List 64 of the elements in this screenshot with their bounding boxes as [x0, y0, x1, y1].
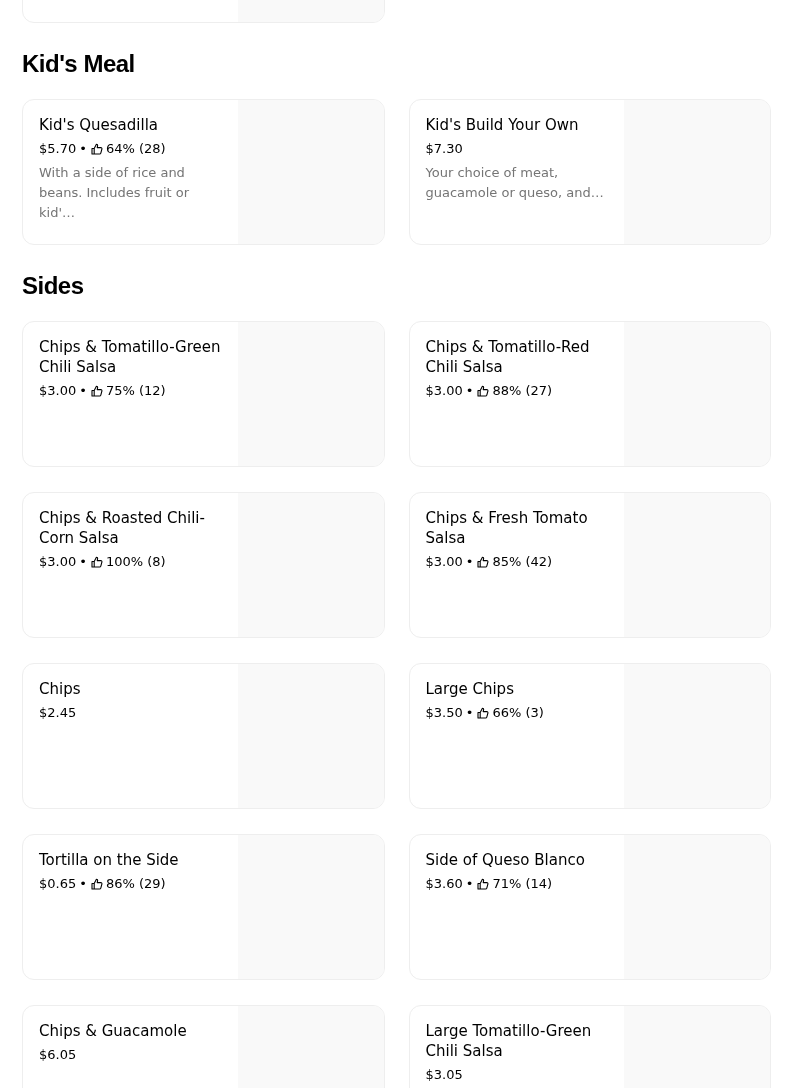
menu-card[interactable]: Side of Queso Blanco $3.60 • 71% (14) — [408, 834, 771, 980]
item-name: Chips & Guacamole — [39, 1021, 188, 1041]
item-rating: 88% (27) — [492, 382, 553, 400]
menu-card[interactable]: Chips & Fresh Tomato Salsa $3.00 • 85% (42) — [408, 492, 771, 638]
item-price: $5.70 — [39, 140, 77, 158]
menu-card[interactable]: Large Chips $3.50 • 66% (3) — [408, 663, 771, 809]
thumbs-up-icon — [90, 143, 103, 155]
item-price: $3.05 — [425, 1066, 463, 1084]
thumbs-up-icon — [477, 707, 490, 719]
item-description: With a side of rice and beans. Includes fruit or kid'… — [39, 164, 191, 222]
item-rating: 66% (3) — [492, 704, 544, 722]
thumbs-up-icon — [477, 878, 490, 890]
item-price: $3.00 — [39, 553, 77, 571]
item-rating: 64% (28) — [105, 140, 166, 158]
item-name: Chips & Roasted Chili-Corn Salsa — [39, 508, 206, 548]
menu-card[interactable]: Kid's Quesadilla $5.70 • 64% (28) With a side of rice and beans. Includes fruit or kid'… — [22, 99, 385, 245]
separator-dot: • — [79, 140, 87, 158]
item-name: Chips & Fresh Tomato Salsa — [425, 508, 589, 548]
item-name: Large Tomatillo-Green Chili Salsa — [425, 1021, 593, 1061]
item-rating: 71% (14) — [492, 875, 553, 893]
item-rating: 75% (12) — [105, 382, 166, 400]
menu-card[interactable]: Chips & Tomatillo-Red Chili Salsa $3.00 • 88% (27) — [408, 321, 771, 467]
item-price: $3.00 — [39, 382, 77, 400]
item-rating: 86% (29) — [105, 875, 166, 893]
item-name: Side of Queso Blanco — [425, 850, 586, 870]
item-price: $3.00 — [425, 382, 463, 400]
item-rating: 85% (42) — [492, 553, 553, 571]
item-price: $3.60 — [425, 875, 463, 893]
separator-dot: • — [465, 704, 474, 722]
item-name: Tortilla on the Side — [39, 850, 180, 870]
thumbs-up-icon — [477, 556, 490, 568]
separator-dot: • — [465, 382, 474, 400]
item-description: Your choice of meat, guacamole or queso, and… — [425, 164, 605, 202]
item-name: Chips — [39, 679, 82, 699]
item-name: Kid's Quesadilla — [39, 115, 159, 135]
item-name: Kid's Build Your Own — [425, 115, 580, 135]
item-price: $3.50 — [425, 704, 463, 722]
menu-card[interactable]: Kid's Build Your Own $7.30 Your choice of meat, guacamole or queso, and… — [408, 99, 771, 245]
item-name: Chips & Tomatillo-Green Chili Salsa — [39, 337, 222, 377]
item-price: $6.05 — [39, 1046, 77, 1064]
menu-card[interactable]: Tortilla on the Side $0.65 • 86% (29) — [22, 834, 385, 980]
separator-dot: • — [79, 553, 87, 571]
item-price: $3.00 — [425, 553, 463, 571]
menu-card[interactable]: Chips & Guacamole $6.05 — [22, 1005, 385, 1088]
menu-card[interactable]: Chips $2.45 — [22, 663, 385, 809]
item-name: Large Chips — [425, 679, 515, 699]
item-price: $0.65 — [39, 875, 77, 893]
item-rating: 100% (8) — [105, 553, 166, 571]
section-heading: Sides — [22, 271, 85, 301]
thumbs-up-icon — [90, 385, 103, 397]
separator-dot: • — [79, 382, 87, 400]
separator-dot: • — [465, 875, 474, 893]
menu-card[interactable]: Chips & Roasted Chili-Corn Salsa $3.00 • 100% (8) — [22, 492, 385, 638]
thumbs-up-icon — [477, 385, 490, 397]
item-price: $7.30 — [425, 140, 463, 158]
menu-card[interactable]: Large Tomatillo-Green Chili Salsa $3.05 — [408, 1005, 771, 1088]
menu-card[interactable]: Chips & Tomatillo-Green Chili Salsa $3.00 • 75% (12) — [22, 321, 385, 467]
thumbs-up-icon — [90, 878, 103, 890]
item-price: $2.45 — [39, 704, 77, 722]
thumbs-up-icon — [90, 556, 103, 568]
item-name: Chips & Tomatillo-Red Chili Salsa — [425, 337, 591, 377]
separator-dot: • — [79, 875, 87, 893]
separator-dot: • — [465, 553, 474, 571]
section-heading: Kid's Meal — [22, 49, 136, 79]
